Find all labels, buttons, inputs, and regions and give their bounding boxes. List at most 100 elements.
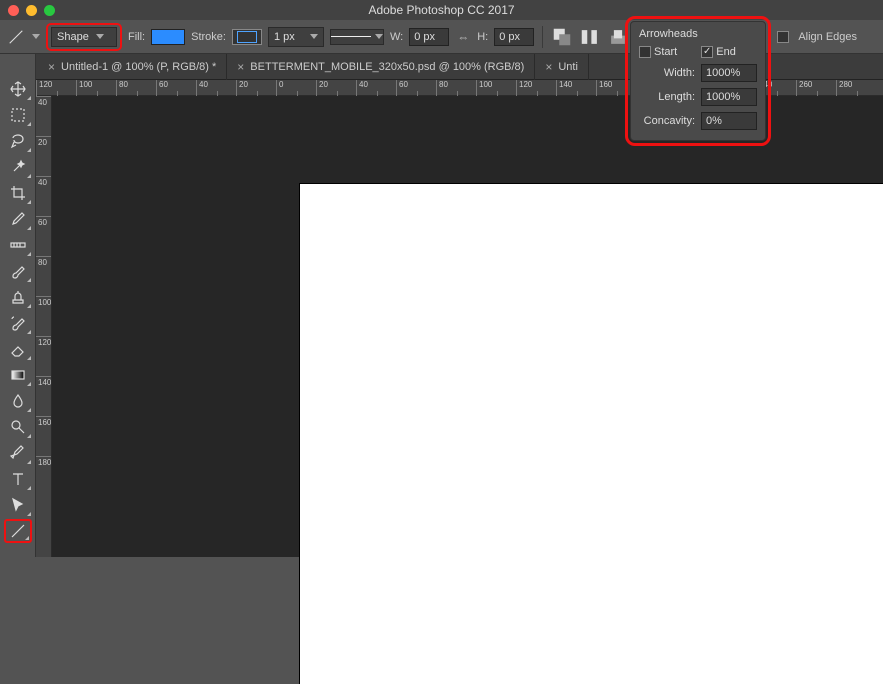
tool-ruler-tool[interactable] — [4, 233, 32, 257]
mode-dropdown[interactable]: Shape — [51, 27, 117, 47]
ruler-tick: 60 — [156, 80, 196, 96]
ruler-tick: 40 — [36, 176, 51, 216]
start-checkbox[interactable] — [639, 46, 651, 58]
tool-pen[interactable] — [4, 441, 32, 465]
ruler-tick: 40 — [356, 80, 396, 96]
arrow-concavity-field[interactable] — [701, 112, 757, 130]
tab-label: BETTERMENT_MOBILE_320x50.psd @ 100% (RGB… — [250, 61, 524, 73]
width-rowlabel: Width: — [639, 67, 695, 79]
ruler-tick: 160 — [36, 416, 51, 456]
ruler-tick: 120 — [516, 80, 556, 96]
align-icon[interactable] — [579, 27, 601, 47]
arrow-width-field[interactable] — [701, 64, 757, 82]
h-label: H: — [477, 31, 488, 43]
ruler-tick: 140 — [36, 376, 51, 416]
ruler-tick: 20 — [316, 80, 356, 96]
tab-partial[interactable]: × Unti — [535, 54, 589, 80]
minimize-window[interactable] — [26, 5, 37, 16]
stroke-style-dropdown[interactable] — [330, 29, 384, 45]
length-rowlabel: Length: — [639, 91, 695, 103]
tool-gradient[interactable] — [4, 363, 32, 387]
ruler-tick: 120 — [36, 336, 51, 376]
arrowheads-popover: Arrowheads Start End Width: Length: Conc… — [630, 21, 766, 141]
ruler-tick: 0 — [276, 80, 316, 96]
ruler-tick: 280 — [836, 80, 876, 96]
tool-line[interactable] — [4, 519, 32, 543]
arrow-length-field[interactable] — [701, 88, 757, 106]
chevron-down-icon — [96, 34, 104, 39]
ruler-tick: 80 — [116, 80, 156, 96]
tool-dodge[interactable] — [4, 415, 32, 439]
stroke-label: Stroke: — [191, 31, 226, 43]
tool-magic-wand[interactable] — [4, 155, 32, 179]
tool-brush[interactable] — [4, 259, 32, 283]
ruler-vertical[interactable]: 4020406080100120140160180 — [36, 96, 52, 557]
tool-eyedropper[interactable] — [4, 207, 32, 231]
canvas[interactable] — [300, 184, 883, 684]
chevron-down-icon — [310, 34, 318, 39]
close-icon[interactable]: × — [237, 60, 244, 74]
ruler-tick: 140 — [556, 80, 596, 96]
align-edges-checkbox[interactable] — [777, 31, 789, 43]
width-field[interactable] — [409, 28, 449, 46]
tab-label: Untitled-1 @ 100% (P, RGB/8) * — [61, 61, 216, 73]
ruler-tick: 20 — [236, 80, 276, 96]
align-edges-label: Align Edges — [798, 31, 857, 43]
popover-title: Arrowheads — [639, 28, 757, 40]
ruler-tick: 180 — [36, 456, 51, 496]
ruler-tick: 100 — [476, 80, 516, 96]
concavity-rowlabel: Concavity: — [639, 115, 695, 127]
app-title: Adobe Photoshop CC 2017 — [368, 3, 514, 17]
tool-lasso[interactable] — [4, 129, 32, 153]
ruler-tick: 100 — [36, 296, 51, 336]
ruler-tick: 60 — [36, 216, 51, 256]
tool-eraser[interactable] — [4, 337, 32, 361]
w-label: W: — [390, 31, 403, 43]
height-field[interactable] — [494, 28, 534, 46]
tool-clone-stamp[interactable] — [4, 285, 32, 309]
link-wh-icon[interactable]: ⇔ — [455, 30, 471, 44]
end-label: End — [716, 46, 736, 58]
stroke-swatch[interactable] — [232, 29, 262, 45]
separator — [542, 26, 543, 48]
stroke-width-value: 1 px — [274, 31, 295, 43]
tool-history-brush[interactable] — [4, 311, 32, 335]
highlight-arrowheads-panel: Arrowheads Start End Width: Length: Conc… — [625, 16, 771, 146]
workspace — [52, 96, 883, 557]
ruler-tick: 60 — [396, 80, 436, 96]
close-icon[interactable]: × — [48, 60, 55, 74]
ruler-tick: 20 — [36, 136, 51, 176]
path-operations-icon[interactable] — [551, 27, 573, 47]
tool-crop[interactable] — [4, 181, 32, 205]
fill-swatch[interactable] — [151, 29, 185, 45]
mode-label: Shape — [57, 31, 89, 43]
ruler-tick: 80 — [36, 256, 51, 296]
ruler-tick: 100 — [76, 80, 116, 96]
tool-type[interactable] — [4, 467, 32, 491]
tool-marquee[interactable] — [4, 103, 32, 127]
ruler-tick: 40 — [196, 80, 236, 96]
tool-preset-icon[interactable] — [6, 25, 26, 49]
ruler-tick: 80 — [436, 80, 476, 96]
ruler-tick: 120 — [36, 80, 76, 96]
tools-panel — [0, 54, 36, 557]
end-checkbox[interactable] — [701, 46, 713, 58]
tab-betterment[interactable]: × BETTERMENT_MOBILE_320x50.psd @ 100% (RG… — [227, 54, 535, 80]
start-label: Start — [654, 46, 677, 58]
close-icon[interactable]: × — [545, 60, 552, 74]
highlight-shape-dropdown: Shape — [46, 23, 122, 51]
zoom-window[interactable] — [44, 5, 55, 16]
tool-blur[interactable] — [4, 389, 32, 413]
tool-path-select[interactable] — [4, 493, 32, 517]
fill-label: Fill: — [128, 31, 145, 43]
ruler-tick: 40 — [36, 96, 51, 136]
close-window[interactable] — [8, 5, 19, 16]
tab-untitled-1[interactable]: × Untitled-1 @ 100% (P, RGB/8) * — [38, 54, 227, 80]
stroke-width-dropdown[interactable]: 1 px — [268, 27, 324, 47]
tab-label: Unti — [558, 61, 578, 73]
tool-preset-caret[interactable] — [32, 34, 40, 39]
window-controls — [8, 5, 55, 16]
tool-move[interactable] — [4, 77, 32, 101]
chevron-down-icon — [375, 34, 383, 39]
ruler-tick: 260 — [796, 80, 836, 96]
